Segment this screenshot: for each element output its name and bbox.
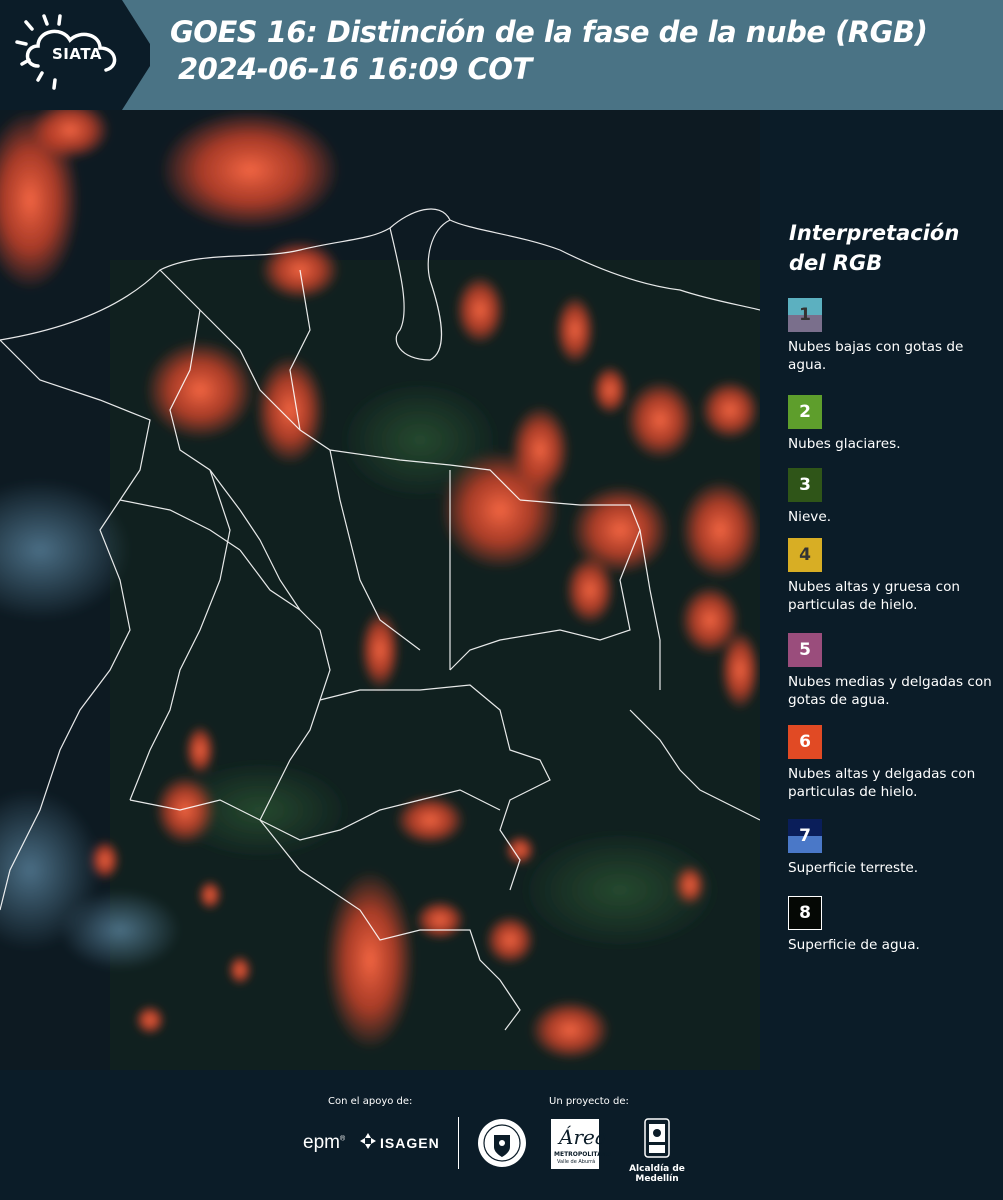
legend-item-6: 6 Nubes altas y delgadas con particulas … (788, 725, 998, 801)
legend-label-3: Nieve. (788, 509, 832, 525)
legend-number-1: 1 (799, 305, 811, 325)
legend-swatch-1: 1 (788, 298, 822, 332)
legend-number-2: 2 (799, 402, 811, 422)
footer-divider (458, 1117, 459, 1169)
isagen-mark-icon (360, 1133, 376, 1153)
area-logo-line1: METROPOLITANA (554, 1151, 612, 1158)
legend-number-7: 7 (799, 826, 811, 846)
area-logo-line2: Valle de Aburrá (557, 1159, 596, 1165)
legend-item-3: 3 Nieve. (788, 468, 998, 526)
antioquia-seal-logo (476, 1117, 528, 1173)
alcaldia-medellin-logo: Alcaldía de Medellín (612, 1118, 702, 1184)
legend-label-8: Superficie de agua. (788, 937, 920, 953)
legend-title: Interpretación del RGB (789, 221, 960, 275)
title-line-datetime: 2024-06-16 16:09 COT (178, 52, 532, 86)
area-metropolitana-logo: Área METROPOLITANA Valle de Aburrá (551, 1119, 611, 1169)
siata-logo-text: SIATA (52, 45, 103, 63)
legend-label-4: Nubes altas y gruesa con particulas de h… (788, 579, 961, 613)
legend-number-4: 4 (799, 545, 811, 565)
legend-item-4: 4 Nubes altas y gruesa con particulas de… (788, 538, 998, 614)
page-title: GOES 16: Distinción de la fase de la nub… (170, 14, 928, 88)
title-line-product: GOES 16: Distinción de la fase de la nub… (170, 15, 928, 49)
project-label: Un proyecto de: (549, 1096, 629, 1107)
legend-number-3: 3 (799, 475, 811, 495)
epm-logo: epm® (303, 1132, 345, 1154)
legend-number-5: 5 (799, 640, 811, 660)
support-label: Con el apoyo de: (328, 1096, 413, 1107)
siata-logo: SIATA (0, 0, 150, 110)
legend-item-2: 2 Nubes glaciares. (788, 395, 998, 453)
legend-label-1: Nubes bajas con gotas de agua. (788, 339, 964, 373)
legend-number-8: 8 (799, 903, 811, 923)
legend-swatch-5: 5 (788, 633, 822, 667)
legend-item-1: 1 Nubes bajas con gotas de agua. (788, 298, 998, 374)
satellite-rgb-map (0, 110, 760, 1070)
legend-swatch-8: 8 (788, 896, 822, 930)
footer: Con el apoyo de: Un proyecto de: epm® IS… (0, 1070, 1003, 1200)
legend-item-7: 7 Superficie terreste. (788, 819, 998, 877)
area-logo-script: Área (559, 1125, 607, 1149)
legend-swatch-3: 3 (788, 468, 822, 502)
legend-item-8: 8 Superficie de agua. (788, 896, 998, 954)
isagen-logo: ISAGEN (360, 1133, 440, 1153)
medellin-shield-icon (644, 1118, 670, 1158)
legend-item-5: 5 Nubes medias y delgadas con gotas de a… (788, 633, 998, 709)
isagen-logo-text: ISAGEN (380, 1135, 440, 1151)
epm-registered-mark: ® (339, 1135, 346, 1143)
legend-swatch-7: 7 (788, 819, 822, 853)
legend-swatch-2: 2 (788, 395, 822, 429)
epm-logo-text: epm (303, 1132, 340, 1153)
legend-swatch-4: 4 (788, 538, 822, 572)
rgb-legend: Interpretación del RGB 1 Nubes bajas con… (760, 110, 1003, 1070)
legend-label-6: Nubes altas y delgadas con particulas de… (788, 766, 976, 800)
legend-label-7: Superficie terreste. (788, 860, 919, 876)
legend-label-5: Nubes medias y delgadas con gotas de agu… (788, 674, 992, 708)
alcaldia-label: Alcaldía de Medellín (629, 1164, 685, 1184)
legend-number-6: 6 (799, 732, 811, 752)
legend-label-2: Nubes glaciares. (788, 436, 901, 452)
header-bar: SIATA GOES 16: Distinción de la fase de … (0, 0, 1003, 110)
legend-swatch-6: 6 (788, 725, 822, 759)
